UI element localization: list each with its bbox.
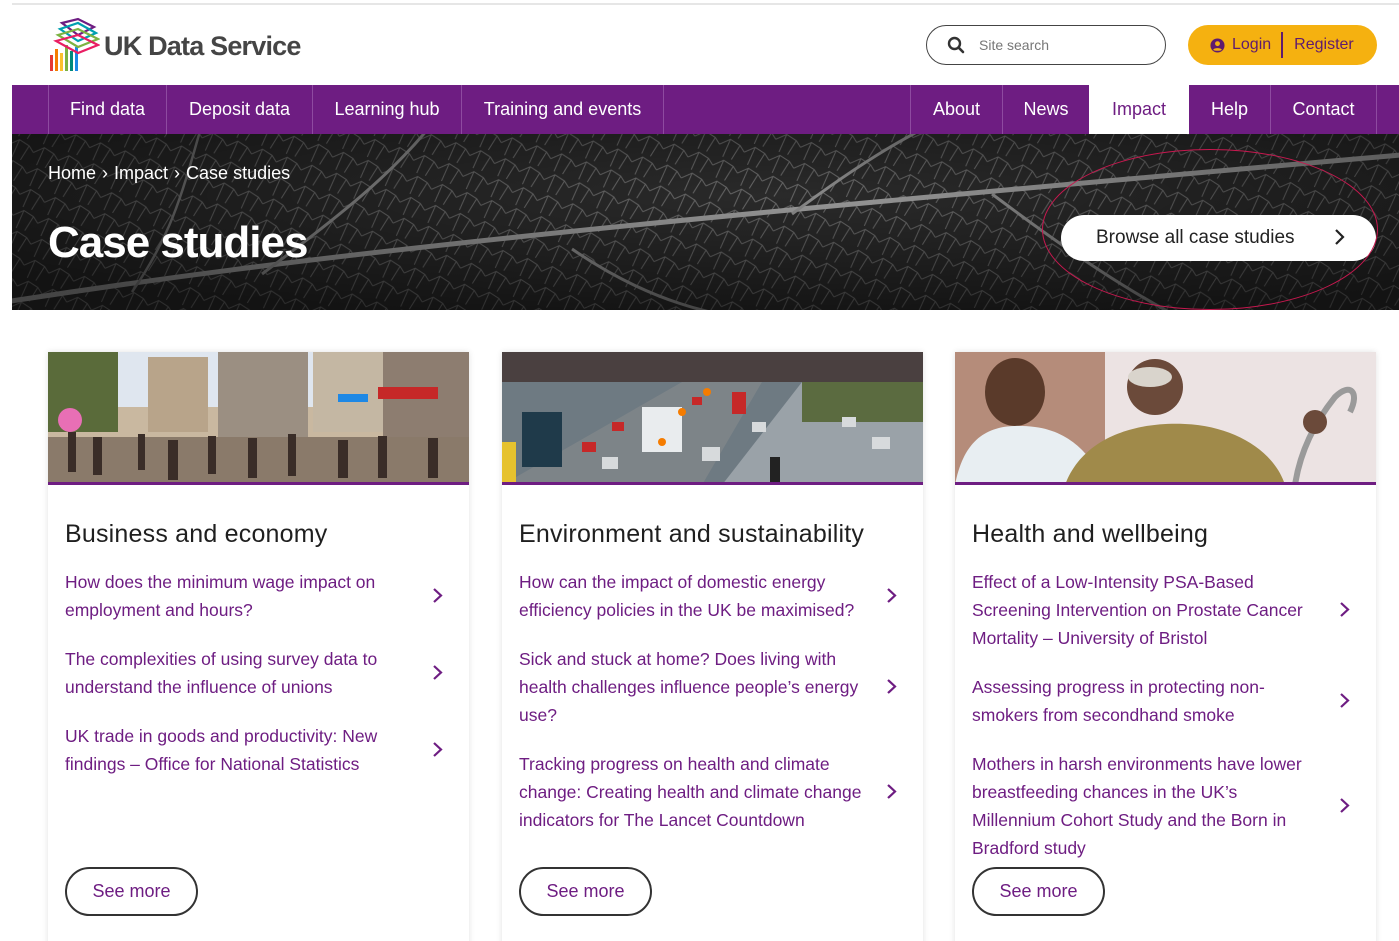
case-study-link[interactable]: Tracking progress on health and climate … [519,750,914,834]
chevron-right-icon [1340,602,1350,617]
nav-impact[interactable]: Impact [1089,85,1189,134]
auth-buttons: Login Register [1188,25,1377,65]
case-study-link-text: Mothers in harsh environments have lower… [972,754,1302,858]
case-study-link[interactable]: Assessing progress in protecting non-smo… [972,673,1367,729]
browse-label: Browse all case studies [1096,227,1295,248]
card-image-care-visit [955,352,1376,485]
card-title: Environment and sustainability [519,520,865,548]
case-study-links: How can the impact of domestic energy ef… [519,568,914,855]
nav-about[interactable]: About [911,85,1002,134]
nav-find-data[interactable]: Find data [49,85,166,134]
case-study-link[interactable]: The complexities of using survey data to… [65,645,460,701]
case-study-link-text: UK trade in goods and productivity: New … [65,726,378,774]
card-image-traffic [502,352,923,485]
nav-deposit-data[interactable]: Deposit data [167,85,312,134]
case-study-link[interactable]: Mothers in harsh environments have lower… [972,750,1367,862]
search-icon[interactable] [947,36,965,54]
chevron-right-icon [433,742,443,757]
breadcrumb-home[interactable]: Home [48,163,96,184]
case-study-links: Effect of a Low-Intensity PSA-Based Scre… [972,568,1367,883]
breadcrumb-impact[interactable]: Impact [114,163,168,184]
case-study-link[interactable]: Effect of a Low-Intensity PSA-Based Scre… [972,568,1367,652]
see-more-button[interactable]: See more [65,867,198,916]
case-study-link-text: How can the impact of domestic energy ef… [519,572,855,620]
case-study-link-text: Tracking progress on health and climate … [519,754,862,830]
see-more-button[interactable]: See more [519,867,652,916]
site-logo[interactable]: UK Data Service [48,17,301,75]
category-card-business: Business and economy How does the minimu… [48,352,469,941]
case-study-link-text: Effect of a Low-Intensity PSA-Based Scre… [972,572,1303,648]
nav-separator [663,85,664,134]
case-study-links: How does the minimum wage impact on empl… [65,568,460,799]
user-icon [1210,37,1225,53]
card-image-high-street [48,352,469,485]
case-study-link[interactable]: Sick and stuck at home? Does living with… [519,645,914,729]
search-input[interactable] [979,37,1149,53]
logo-mark-icon [50,17,100,71]
nav-learning-hub[interactable]: Learning hub [313,85,461,134]
page-title: Case studies [48,218,308,267]
site-header: UK Data Service Login Register [0,5,1399,85]
chevron-right-icon [433,588,443,603]
chevron-right-icon [433,665,443,680]
see-more-button[interactable]: See more [972,867,1105,916]
case-study-link[interactable]: UK trade in goods and productivity: New … [65,722,460,778]
category-card-health: Health and wellbeing Effect of a Low-Int… [955,352,1376,941]
case-study-link-text: The complexities of using survey data to… [65,649,378,697]
breadcrumb-current: Case studies [186,163,291,183]
site-search[interactable] [926,25,1166,65]
logo-text: UK Data Service [104,30,301,61]
breadcrumb-separator: › [102,163,109,183]
chevron-right-icon [887,588,897,603]
card-title: Business and economy [65,520,328,548]
breadcrumb: Home › Impact › Case studies [48,163,290,184]
nav-contact[interactable]: Contact [1271,85,1376,134]
chevron-right-icon [1340,798,1350,813]
case-study-link[interactable]: How does the minimum wage impact on empl… [65,568,460,624]
chevron-right-icon [1335,229,1345,245]
chevron-right-icon [1340,693,1350,708]
breadcrumb-separator: › [174,163,181,183]
case-study-link-text: Sick and stuck at home? Does living with… [519,649,859,725]
nav-training-events[interactable]: Training and events [462,85,663,134]
register-button[interactable]: Register [1283,36,1354,54]
login-button[interactable]: Login [1188,25,1281,65]
hero-banner: Home › Impact › Case studies Case studie… [12,134,1399,310]
login-label: Login [1232,36,1272,53]
chevron-right-icon [887,679,897,694]
nav-help[interactable]: Help [1189,85,1270,134]
chevron-right-icon [887,784,897,799]
main-nav: Find data Deposit data Learning hub Trai… [12,85,1399,134]
browse-all-case-studies-button[interactable]: Browse all case studies [1061,215,1376,261]
nav-news[interactable]: News [1003,85,1089,134]
nav-separator [1376,85,1377,134]
card-title: Health and wellbeing [972,520,1209,548]
case-study-link-text: How does the minimum wage impact on empl… [65,572,376,620]
case-study-link[interactable]: How can the impact of domestic energy ef… [519,568,914,624]
case-study-link-text: Assessing progress in protecting non-smo… [972,677,1265,725]
category-card-environment: Environment and sustainability How can t… [502,352,923,941]
